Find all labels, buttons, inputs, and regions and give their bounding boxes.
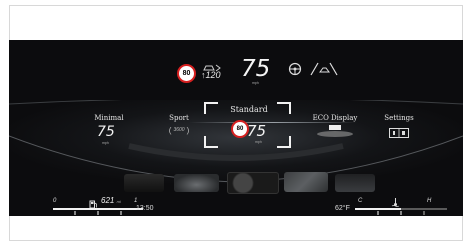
steering-assist-icon	[285, 62, 305, 81]
mode-sport-gauge: ( 3600 )	[168, 125, 190, 135]
content-thumbnail-1[interactable]	[124, 174, 164, 192]
set-speed-readout: ↑120	[201, 70, 221, 80]
mode-standard-unit: mph	[255, 140, 262, 144]
focus-bracket-bottom-right	[277, 136, 291, 148]
mode-settings-label[interactable]: Settings	[379, 114, 419, 122]
eco-display-preview	[315, 124, 355, 143]
mode-minimal-unit: mph	[102, 141, 109, 145]
mode-sport-label[interactable]: Sport	[159, 114, 199, 122]
focus-bracket-bottom-left	[204, 136, 218, 148]
content-thumbnail-4[interactable]	[284, 172, 328, 192]
sport-gauge-right: )	[186, 125, 190, 135]
speed-limit-sign: 80	[177, 64, 196, 83]
temp-gauge-ticks	[355, 204, 447, 216]
mode-minimal-label[interactable]: Minimal	[89, 114, 129, 122]
current-speed: 75	[241, 56, 271, 82]
distance-assist-icon	[201, 60, 223, 72]
instrument-cluster-display: 80 ↑120 75 mph Minimal 75 mph Sport (36…	[9, 40, 463, 216]
content-thumbnail-3[interactable]	[227, 172, 279, 194]
lane-assist-icon	[309, 61, 339, 82]
fuel-gauge-ticks	[53, 204, 145, 216]
mode-standard-speed: 75	[247, 122, 267, 140]
settings-icon[interactable]	[389, 125, 409, 143]
outside-temperature: 62°F	[335, 205, 350, 212]
current-speed-unit: mph	[252, 81, 259, 85]
mode-minimal-speed: 75	[97, 124, 115, 140]
sport-gauge-left: (	[168, 125, 172, 135]
mode-eco-display-label[interactable]: ECO Display	[307, 114, 363, 122]
clock: 13:50	[136, 205, 154, 212]
mode-standard-label[interactable]: Standard	[214, 105, 284, 114]
content-thumbnail-2[interactable]	[174, 174, 219, 192]
content-thumbnail-5[interactable]	[335, 174, 375, 192]
